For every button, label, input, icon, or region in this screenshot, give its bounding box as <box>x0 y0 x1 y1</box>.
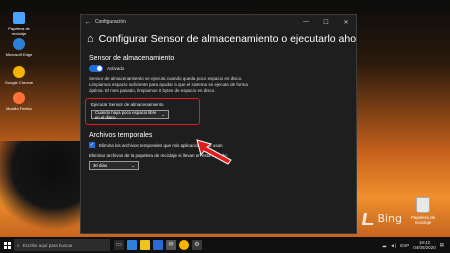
back-arrow-icon[interactable]: ← <box>81 19 95 26</box>
close-icon[interactable]: ✕ <box>336 19 356 26</box>
desktop-icon-edge[interactable]: Microsoft Edge <box>2 38 36 57</box>
bing-logo-icon <box>362 212 376 225</box>
run-storage-sense-label: Ejecutar Sensor de almacenamiento <box>91 102 164 108</box>
bing-text: Bing <box>377 212 402 225</box>
run-storage-sense-value: Cuando haya poco espacio libre en el dis… <box>95 109 157 120</box>
system-tray: ▂ ◄) ESP 18:42 04/05/2020 ▤ <box>383 240 450 250</box>
clock-date: 04/05/2020 <box>413 245 436 250</box>
temp-files-checkbox[interactable]: ✓ <box>89 142 95 149</box>
maximize-icon[interactable]: ☐ <box>316 19 336 26</box>
store-icon[interactable] <box>153 240 163 250</box>
volume-icon[interactable]: ◄) <box>390 243 396 248</box>
run-storage-sense-dropdown[interactable]: Cuando haya poco espacio libre en el dis… <box>91 109 169 120</box>
settings-taskbar-icon[interactable]: ⚙ <box>192 240 202 250</box>
storage-sense-description: Sensor de almacenamiento se ejecuta cuan… <box>89 76 248 93</box>
desktop-icon-label: Microsoft Edge <box>5 52 33 57</box>
recycle-bin-icon <box>13 12 25 24</box>
window-title: Configuración <box>95 19 126 25</box>
run-storage-sense-highlight: Ejecutar Sensor de almacenamiento Cuando… <box>85 98 200 126</box>
storage-sense-toggle-row: Activado <box>89 65 348 72</box>
notifications-icon[interactable]: ▤ <box>440 242 444 248</box>
task-view-icon[interactable]: ▭ <box>114 240 124 250</box>
edge-icon <box>13 38 25 50</box>
clock[interactable]: 18:42 04/05/2020 <box>413 240 436 250</box>
taskbar-apps: ▭ ✉ ⚙ <box>114 240 202 250</box>
windows-logo-icon <box>3 241 11 249</box>
home-back-icon[interactable]: ⌂ <box>87 33 94 45</box>
edge-taskbar-icon[interactable] <box>127 240 137 250</box>
chrome-taskbar-icon[interactable] <box>179 240 189 250</box>
language-indicator[interactable]: ESP <box>400 243 409 248</box>
page-header: ⌂ Configurar Sensor de almacenamiento o … <box>81 29 356 47</box>
temp-files-checkbox-label: Elimina los archivos temporales que mis … <box>99 142 223 148</box>
file-explorer-icon[interactable] <box>140 240 150 250</box>
minimize-icon[interactable]: — <box>296 19 316 25</box>
desktop-icon-firefox[interactable]: Mozilla Firefox <box>2 92 36 111</box>
firefox-icon <box>13 92 25 104</box>
bing-watermark: Bing <box>362 212 402 225</box>
desktop-icon-label: Papelera de reciclaje <box>8 26 30 36</box>
taskbar-search[interactable]: ⌕ Escribe aquí para buscar <box>14 239 110 251</box>
titlebar: ← Configuración — ☐ ✕ <box>81 15 356 29</box>
start-button[interactable] <box>0 241 14 249</box>
temp-files-check-row: ✓ Elimina los archivos temporales que mi… <box>89 142 348 149</box>
desktop-recycle-bin[interactable]: Papelera de reciclaje <box>402 197 444 225</box>
settings-content: Sensor de almacenamiento Activado Sensor… <box>81 47 356 171</box>
recycle-bin-age-value: 30 días <box>93 163 108 169</box>
recycle-bin-age-label: Eliminar archivos de la papelera de reci… <box>89 153 228 159</box>
desktop-icon-recycle[interactable]: Papelera de reciclaje <box>2 12 36 36</box>
toggle-state-label: Activado <box>107 66 125 71</box>
taskbar: ⌕ Escribe aquí para buscar ▭ ✉ ⚙ ▂ ◄) ES… <box>0 237 450 253</box>
section-temporary-files: Archivos temporales <box>89 132 153 140</box>
settings-window: ← Configuración — ☐ ✕ ⌂ Configurar Senso… <box>80 14 357 234</box>
desktop-icon-label: Mozilla Firefox <box>6 106 32 111</box>
mail-icon[interactable]: ✉ <box>166 240 176 250</box>
recycle-bin-label: Papelera de reciclaje <box>410 215 436 225</box>
chrome-icon <box>13 66 25 78</box>
search-placeholder: Escribe aquí para buscar <box>22 242 73 248</box>
storage-sense-toggle[interactable] <box>89 65 103 72</box>
recycle-bin-age-dropdown[interactable]: 30 días ⌄ <box>89 161 139 171</box>
desktop-icon-label: Google Chrome <box>4 80 34 85</box>
search-icon: ⌕ <box>17 242 20 248</box>
section-storage-sense: Sensor de almacenamiento <box>89 55 175 62</box>
desktop-icon-chrome[interactable]: Google Chrome <box>2 66 36 85</box>
recycle-bin-icon <box>416 197 430 213</box>
chevron-down-icon: ⌄ <box>161 111 165 117</box>
page-title: Configurar Sensor de almacenamiento o ej… <box>98 33 357 45</box>
chevron-down-icon: ⌄ <box>131 162 135 168</box>
network-icon[interactable]: ▂ <box>383 242 386 248</box>
